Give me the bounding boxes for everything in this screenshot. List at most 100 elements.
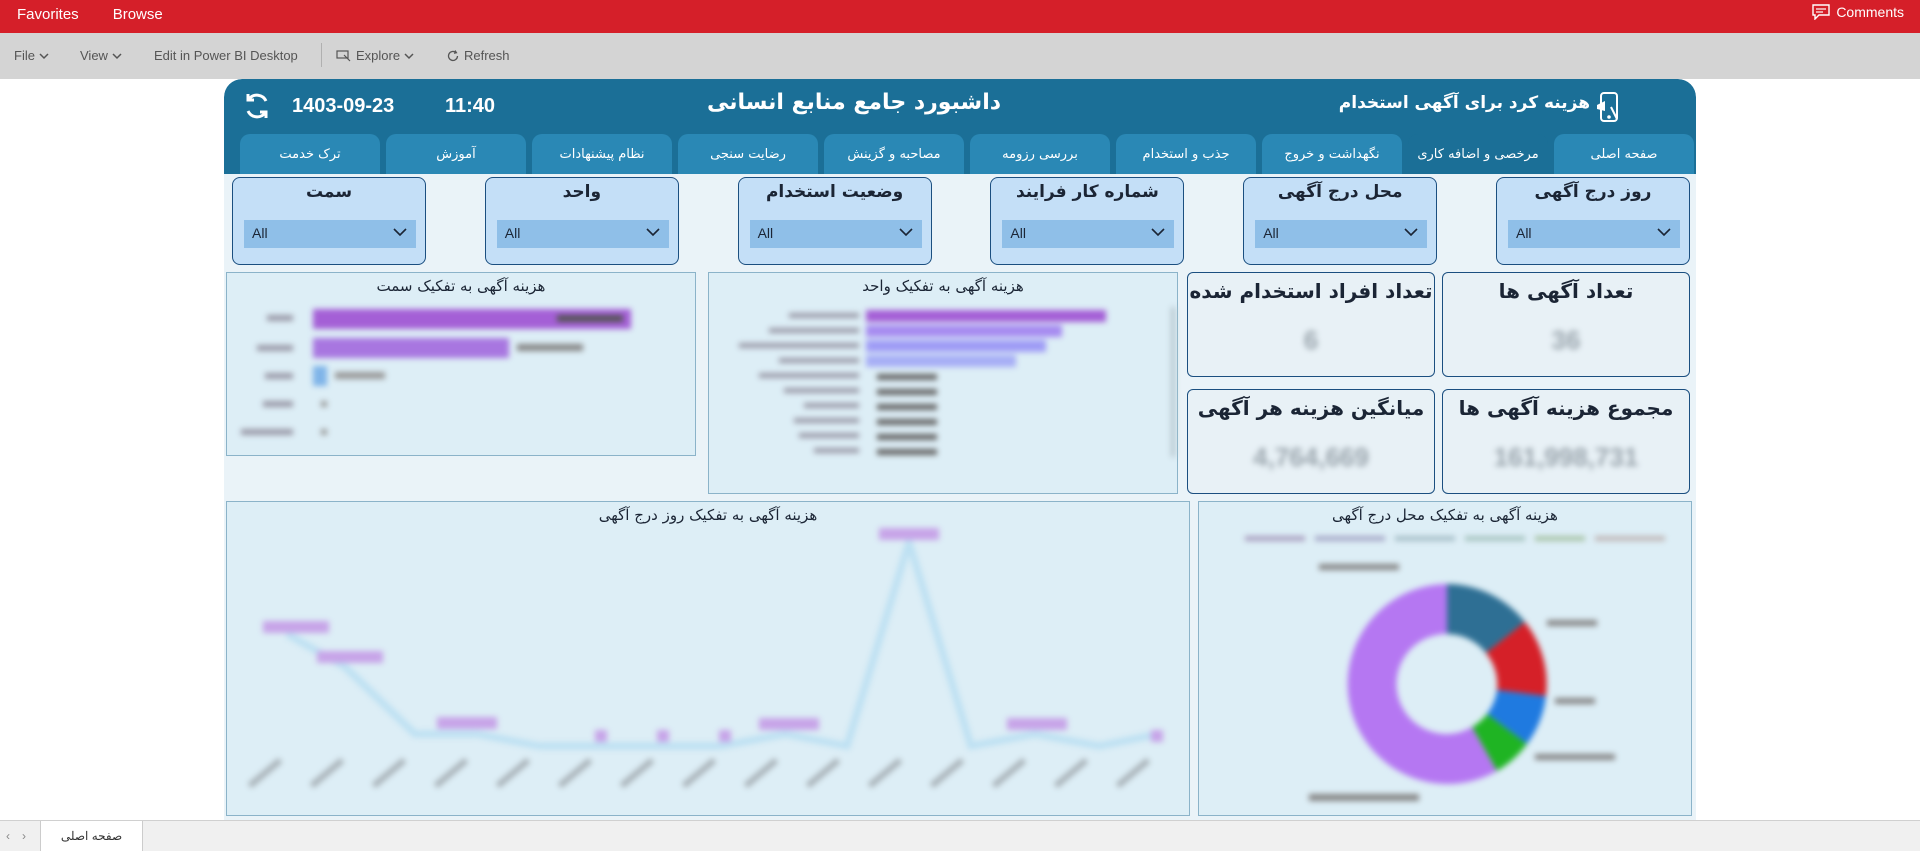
browse-link[interactable]: Browse xyxy=(113,6,163,23)
bar-value xyxy=(557,315,623,322)
slicer-dropdown[interactable]: All xyxy=(496,220,669,248)
kpi-ads-count: تعداد آگهی ها 36 xyxy=(1442,272,1690,377)
bar xyxy=(313,338,509,358)
chevron-right-icon[interactable]: › xyxy=(22,829,26,843)
slicer-value: All xyxy=(252,225,268,241)
page-footer: ‹ › صفحه اصلی xyxy=(0,820,1920,851)
tab-suggestions[interactable]: نظام پیشنهادات xyxy=(532,134,672,174)
toolbar: File View Edit in Power BI Desktop Explo… xyxy=(0,33,1920,79)
bar-value xyxy=(877,389,937,395)
file-menu[interactable]: File xyxy=(14,48,49,63)
bar-label xyxy=(257,345,293,351)
bar-label xyxy=(769,328,859,333)
slicer-dropdown[interactable]: All xyxy=(1002,220,1175,248)
kpi-title: مجموع هزینه آگهی ها xyxy=(1458,396,1674,420)
view-menu[interactable]: View xyxy=(80,48,122,63)
legend-item xyxy=(1395,536,1455,541)
x-tick-label xyxy=(309,757,345,789)
bar-label xyxy=(794,418,859,423)
chart-cost-by-place[interactable]: هزینه آگهی به تفکیک محل درج آگهی xyxy=(1198,501,1692,816)
edit-desktop-button[interactable]: Edit in Power BI Desktop xyxy=(154,48,298,63)
tab-training[interactable]: آموزش xyxy=(386,134,526,174)
line-series xyxy=(285,529,1160,751)
x-tick-label xyxy=(247,757,283,789)
tab-recruitment[interactable]: جذب و استخدام xyxy=(1116,134,1256,174)
tab-retention-exit[interactable]: نگهداشت و خروج xyxy=(1262,134,1402,174)
bar-label xyxy=(267,315,293,321)
chart-cost-by-day[interactable]: هزینه آگهی به تفکیک روز درج آگهی xyxy=(226,501,1190,816)
report-canvas: 1403-09-23 11:40 داشبورد جامع منابع انسا… xyxy=(0,79,1920,820)
refresh-icon xyxy=(246,93,268,119)
kpi-value: 4,764,669 xyxy=(1253,442,1369,472)
bar-value xyxy=(335,372,385,379)
bar-value xyxy=(877,449,937,455)
data-label xyxy=(759,718,819,730)
kpi-title: تعداد آگهی ها xyxy=(1498,279,1634,303)
bar-label xyxy=(799,433,859,438)
tab-leave-overtime[interactable]: مرخصی و اضافه کاری xyxy=(1408,134,1548,174)
slicer-dropdown[interactable]: All xyxy=(1507,220,1680,248)
kpi-title: تعداد افراد استخدام شده xyxy=(1189,279,1433,303)
slicer-dropdown[interactable]: All xyxy=(749,220,922,248)
slicer-unit: واحد All xyxy=(484,177,679,265)
page-tab-home[interactable]: صفحه اصلی xyxy=(40,821,143,851)
tab-satisfaction[interactable]: رضایت سنجی xyxy=(678,134,818,174)
report-refresh-button[interactable] xyxy=(242,91,272,125)
report-time: 11:40 xyxy=(445,95,496,117)
top-bar: Favorites Browse Comments xyxy=(0,0,1920,33)
report-date: 1403-09-23 xyxy=(292,95,395,117)
chevron-down-icon xyxy=(1151,228,1165,237)
kpi-value: 6 xyxy=(1303,325,1319,355)
bar xyxy=(866,355,1016,367)
slicer-value: All xyxy=(1010,225,1026,241)
slicer-dropdown[interactable]: All xyxy=(1255,220,1428,248)
bar-label xyxy=(263,401,293,407)
bar-value xyxy=(321,401,327,407)
chart-cost-by-unit[interactable]: هزینه آگهی به تفکیک واحد xyxy=(708,272,1178,494)
x-tick-label xyxy=(433,757,469,789)
report-tabs: صفحه اصلی مرخصی و اضافه کاری نگهداشت و خ… xyxy=(226,134,1694,174)
tab-interview[interactable]: مصاحبه و گزینش xyxy=(824,134,964,174)
bar-value xyxy=(877,419,937,425)
x-tick-label xyxy=(681,757,717,789)
kpi-value: 161,998,731 xyxy=(1493,442,1639,472)
slicer-position: سمت All xyxy=(232,177,426,265)
scrollbar[interactable] xyxy=(1171,307,1175,457)
refresh-button[interactable]: Refresh xyxy=(446,48,510,63)
bar xyxy=(866,340,1046,352)
comments-button[interactable]: Comments xyxy=(1812,4,1904,20)
legend-item xyxy=(1535,536,1585,541)
x-tick-label xyxy=(557,757,593,789)
slicer-ad-place: محل درج آگهی All xyxy=(1243,177,1438,265)
bar-label xyxy=(759,373,859,378)
x-tick-label xyxy=(867,757,903,789)
chevron-left-icon[interactable]: ‹ xyxy=(6,829,10,843)
ad-cost-logo-icon xyxy=(1594,87,1624,131)
legend-item xyxy=(1465,536,1525,541)
chevron-down-icon xyxy=(899,228,913,237)
x-tick-label xyxy=(991,757,1027,789)
bar-value xyxy=(321,429,327,435)
tab-resume-review[interactable]: بررسی رزومه xyxy=(970,134,1110,174)
slicer-row: روز درج آگهی All محل درج آگهی All شماره … xyxy=(232,177,1690,267)
comment-icon xyxy=(1812,4,1831,20)
slicer-ad-day: روز درج آگهی All xyxy=(1495,177,1690,265)
bar xyxy=(313,366,327,386)
slicer-dropdown[interactable]: All xyxy=(244,220,416,248)
explore-menu[interactable]: Explore xyxy=(336,48,414,63)
explore-label: Explore xyxy=(356,48,401,63)
x-tick-label xyxy=(929,757,965,789)
tab-resignation[interactable]: ترک خدمت xyxy=(240,134,380,174)
report-page: 1403-09-23 11:40 داشبورد جامع منابع انسا… xyxy=(224,79,1696,820)
bar-label xyxy=(789,313,859,318)
slicer-hiring-status: وضعیت استخدام All xyxy=(737,177,932,265)
explore-icon xyxy=(336,50,351,62)
favorites-link[interactable]: Favorites xyxy=(17,6,79,23)
bar-chart-unit xyxy=(739,307,1175,457)
tab-home[interactable]: صفحه اصلی xyxy=(1554,134,1694,174)
bar-value xyxy=(877,434,937,440)
slice-label xyxy=(1555,698,1595,704)
bar-label xyxy=(779,358,859,363)
chart-cost-by-position[interactable]: هزینه آگهی به تفکیک سمت xyxy=(226,272,696,456)
x-tick-label xyxy=(1053,757,1089,789)
